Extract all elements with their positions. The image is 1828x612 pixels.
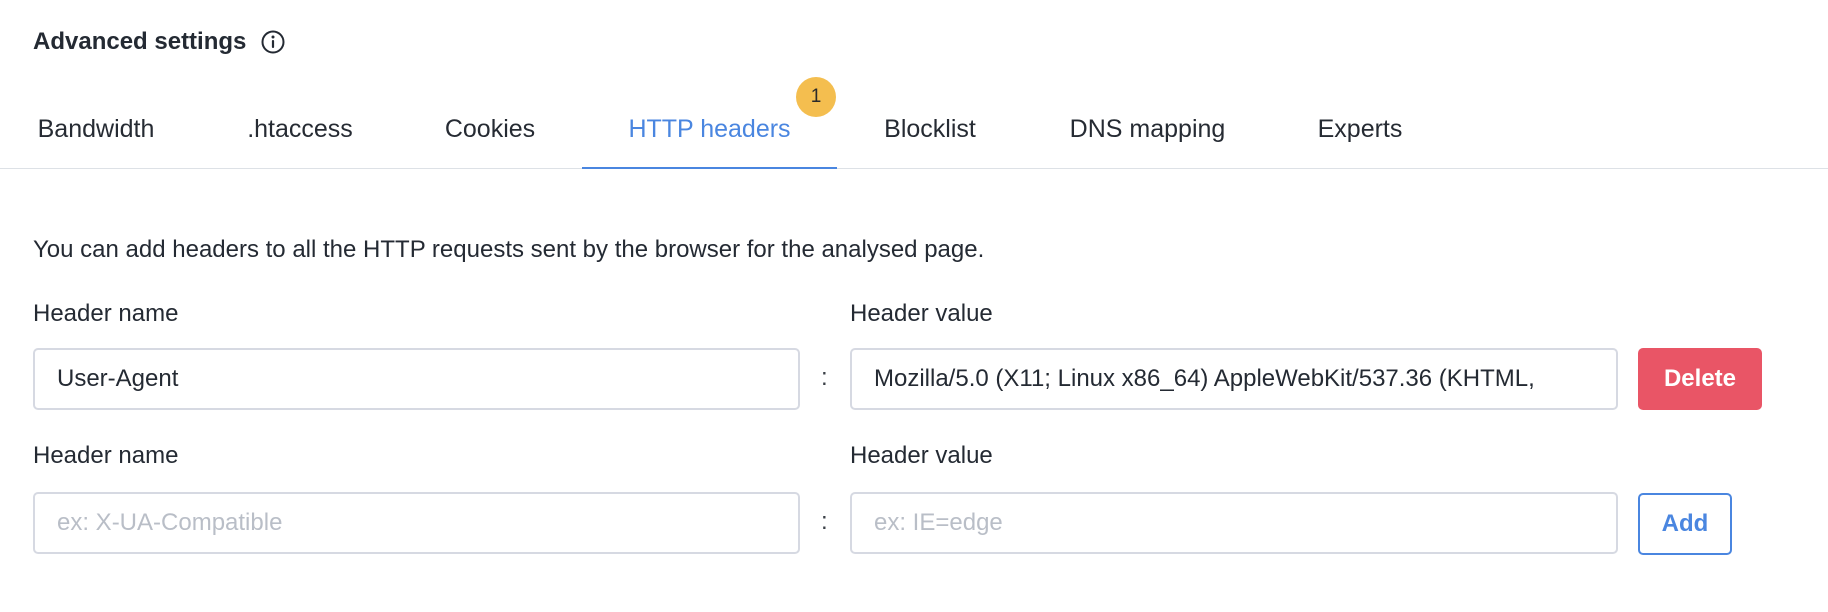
new-header-value-input[interactable] [850, 492, 1618, 554]
tab-htaccess[interactable]: .htaccess [243, 90, 357, 168]
header-name-input[interactable] [33, 348, 800, 410]
header-name-label: Header name [33, 300, 179, 327]
section-title: Advanced settings [33, 28, 247, 55]
header-value-input[interactable] [850, 348, 1618, 410]
new-key-value-separator: : [821, 508, 828, 535]
tab-experts[interactable]: Experts [1315, 90, 1405, 168]
header-value-label: Header value [850, 300, 993, 327]
new-header-name-label: Header name [33, 442, 179, 469]
tab-blocklist[interactable]: Blocklist [880, 90, 980, 168]
tab-bandwidth[interactable]: Bandwidth [33, 90, 159, 168]
section-header: Advanced settings [33, 28, 286, 56]
settings-tabs: Bandwidth .htaccess Cookies HTTP headers… [0, 90, 1828, 169]
delete-header-button[interactable]: Delete [1638, 348, 1762, 410]
key-value-separator: : [821, 364, 828, 391]
new-header-value-label: Header value [850, 442, 993, 469]
advanced-settings-panel: Advanced settings Bandwidth .htaccess Co… [0, 0, 1828, 612]
headers-description: You can add headers to all the HTTP requ… [33, 236, 985, 263]
tab-count-badge: 1 [796, 77, 836, 117]
add-header-button[interactable]: Add [1638, 493, 1732, 555]
tab-dns-mapping[interactable]: DNS mapping [1065, 90, 1230, 168]
new-header-name-input[interactable] [33, 492, 800, 554]
info-circle-icon[interactable] [260, 29, 286, 55]
tab-cookies[interactable]: Cookies [441, 90, 539, 168]
